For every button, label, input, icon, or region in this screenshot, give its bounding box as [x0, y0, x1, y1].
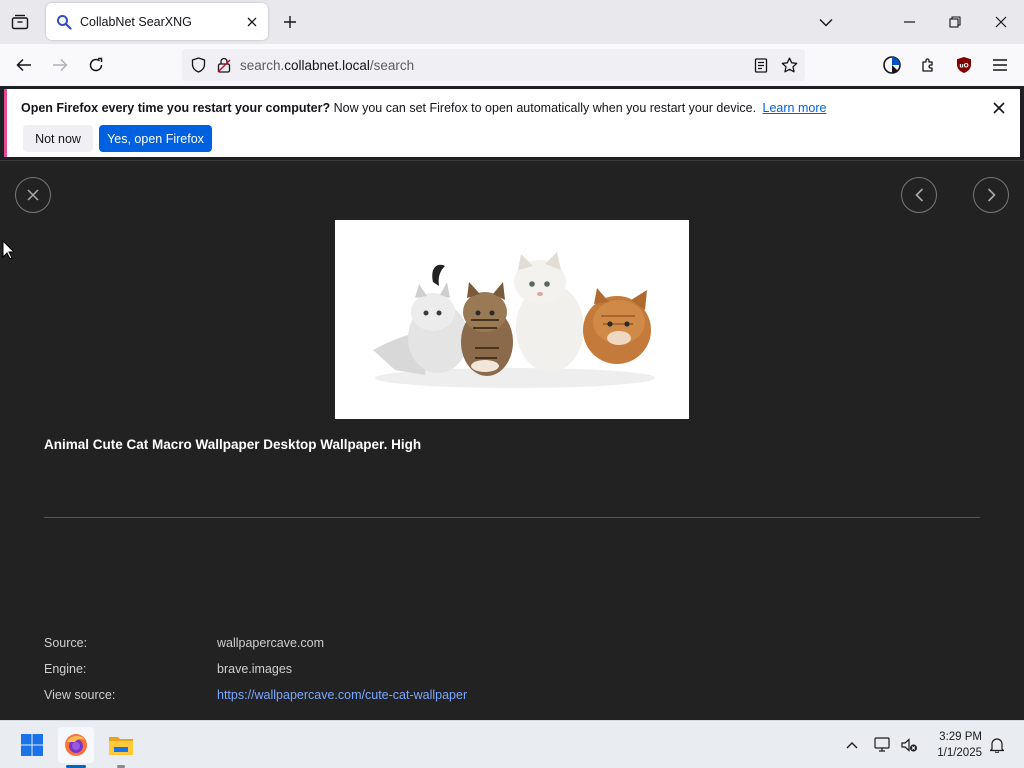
- image-preview[interactable]: [335, 220, 689, 419]
- image-detail-viewer: Animal Cute Cat Macro Wallpaper Desktop …: [0, 160, 1024, 720]
- system-clock[interactable]: 3:29 PM 1/1/2025: [937, 729, 982, 761]
- notification-body: Now you can set Firefox to open automati…: [333, 101, 757, 115]
- url-text: search.collabnet.local/search: [240, 57, 415, 73]
- tab-list-icon[interactable]: [8, 11, 32, 33]
- windows-taskbar: 3:29 PM 1/1/2025: [0, 720, 1024, 768]
- back-icon[interactable]: [10, 51, 38, 79]
- url-bar[interactable]: search.collabnet.local/search: [182, 49, 805, 81]
- reload-icon[interactable]: [82, 51, 110, 79]
- engine-value: brave.images: [217, 662, 293, 676]
- navigation-toolbar: search.collabnet.local/search uO: [0, 44, 1024, 86]
- account-icon[interactable]: [878, 51, 906, 79]
- yes-open-firefox-button[interactable]: Yes, open Firefox: [99, 125, 212, 152]
- chevron-up-icon[interactable]: [842, 735, 862, 755]
- notification-message: Open Firefox every time you restart your…: [21, 101, 826, 115]
- restore-icon[interactable]: [932, 0, 978, 44]
- lock-icon[interactable]: [214, 55, 234, 75]
- firefox-taskbar-icon[interactable]: [58, 727, 94, 768]
- shield-icon[interactable]: [188, 55, 208, 75]
- search-icon: [56, 14, 72, 30]
- forward-icon[interactable]: [46, 51, 74, 79]
- new-tab-icon[interactable]: [278, 10, 302, 34]
- close-tab-icon[interactable]: [240, 10, 264, 34]
- minimize-icon[interactable]: [886, 0, 932, 44]
- source-label: Source:: [44, 636, 88, 650]
- close-viewer-icon[interactable]: [15, 177, 51, 213]
- bookmark-star-icon[interactable]: [779, 55, 799, 75]
- extensions-icon[interactable]: [914, 51, 942, 79]
- previous-image-icon[interactable]: [901, 177, 937, 213]
- view-source-label: View source:: [44, 688, 116, 702]
- image-title: Animal Cute Cat Macro Wallpaper Desktop …: [44, 437, 422, 452]
- view-source-link[interactable]: https://wallpapercave.com/cute-cat-wallp…: [217, 688, 467, 702]
- clock-time: 3:29 PM: [939, 731, 982, 743]
- file-explorer-icon[interactable]: [103, 727, 139, 768]
- notification-bell-icon[interactable]: [987, 735, 1007, 755]
- clock-date: 1/1/2025: [937, 747, 982, 759]
- next-image-icon[interactable]: [973, 177, 1009, 213]
- tab-title: CollabNet SearXNG: [80, 14, 192, 29]
- tab-collabnet-searxng[interactable]: CollabNet SearXNG: [46, 3, 268, 40]
- learn-more-link[interactable]: Learn more: [763, 101, 827, 115]
- svg-text:uO: uO: [959, 63, 968, 70]
- list-all-tabs-icon[interactable]: [803, 0, 849, 44]
- notification-title: Open Firefox every time you restart your…: [21, 101, 331, 115]
- divider: [44, 517, 980, 518]
- default-browser-notification: Open Firefox every time you restart your…: [4, 89, 1020, 157]
- close-notification-icon[interactable]: [988, 97, 1010, 119]
- tab-bar: CollabNet SearXNG: [0, 0, 1024, 44]
- close-window-icon[interactable]: [978, 0, 1024, 44]
- menu-hamburger-icon[interactable]: [986, 51, 1014, 79]
- reader-view-icon[interactable]: [751, 55, 771, 75]
- volume-muted-icon[interactable]: [899, 735, 919, 755]
- source-value: wallpapercave.com: [217, 636, 324, 650]
- network-icon[interactable]: [873, 735, 893, 755]
- not-now-button[interactable]: Not now: [23, 125, 93, 152]
- engine-label: Engine:: [44, 662, 87, 676]
- kittens-picture: [373, 252, 655, 388]
- mouse-cursor-icon: [2, 239, 16, 265]
- ublock-shield-icon[interactable]: uO: [950, 51, 978, 79]
- windows-start-icon[interactable]: [14, 727, 50, 763]
